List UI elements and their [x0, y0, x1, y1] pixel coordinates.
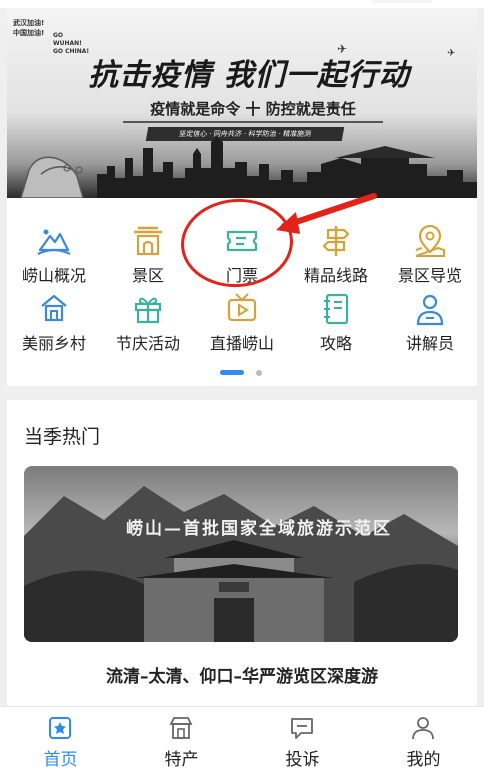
grid-item-label: 崂山概况 [21, 266, 86, 285]
hot-item-image[interactable]: 崂山—首批国家全域旅游示范区 [24, 466, 458, 642]
grid-item-label: 美丽乡村 [21, 334, 86, 353]
tab-specialty[interactable]: 特产 [121, 707, 242, 770]
grid-item-label: 景区导览 [397, 266, 462, 285]
shop-icon [169, 717, 193, 739]
grid-item-guides[interactable]: 讲解员 [383, 292, 477, 356]
gate-icon [134, 226, 162, 256]
pagination-dot-active[interactable] [220, 370, 244, 375]
highlight-arrow [276, 193, 377, 234]
tab-label: 特产 [164, 750, 199, 770]
section-title: 当季热门 [24, 426, 101, 448]
pagination-dot[interactable] [256, 370, 262, 376]
temple-illustration [24, 486, 458, 642]
grid-item-scenic[interactable]: 景区 [101, 224, 195, 288]
hot-item-caption: 崂山—首批国家全域旅游示范区 [126, 519, 392, 539]
tab-mine[interactable]: 我的 [363, 707, 484, 770]
mountain-icon [37, 229, 71, 255]
seasonal-hot-section: 当季热门 崂山—首批国家全域旅游示范区 流清–太清、仰口–华严游览区深度游 [7, 400, 477, 706]
tab-label: 首页 [43, 750, 78, 770]
promo-banner[interactable]: 武汉加油! 中国加油! GO WUHAN! GO CHINA! ✈ ✈ 抗击疫情… [7, 8, 477, 198]
map-pin-icon [415, 224, 445, 257]
grid-item-live[interactable]: 直播崂山 [195, 292, 289, 356]
guide-icon [416, 294, 444, 326]
grid-item-label: 直播崂山 [209, 334, 274, 353]
village-icon [41, 294, 67, 322]
top-tab-indicator [372, 0, 432, 3]
city-skyline-illustration [20, 136, 477, 198]
live-tv-icon [227, 293, 257, 322]
grid-item-label: 精品线路 [303, 266, 368, 285]
carousel-pagination [220, 368, 280, 376]
tab-label: 投诉 [285, 750, 320, 770]
banner-headline: 抗击疫情 我们一起行动 [88, 58, 410, 93]
grid-item-label: 节庆活动 [115, 334, 180, 353]
badge-text-en-1: GO WUHAN! [53, 32, 82, 47]
message-icon [291, 718, 313, 739]
user-icon [412, 717, 434, 740]
tab-label: 我的 [406, 750, 441, 770]
grid-item-guide-map[interactable]: 景区导览 [383, 224, 477, 288]
bottom-tab-bar: 首页 特产 投诉 我的 [0, 706, 484, 770]
gift-icon [134, 297, 162, 324]
grid-item-label: 景区 [131, 266, 164, 285]
tab-complaint[interactable]: 投诉 [242, 707, 363, 770]
grid-item-overview[interactable]: 崂山概况 [7, 224, 101, 288]
banner-subline-text: 疫情就是命令 十 防控就是责任 [150, 100, 356, 118]
home-icon [49, 717, 71, 739]
grid-item-festival[interactable]: 节庆活动 [101, 292, 195, 356]
grid-item-label: 讲解员 [405, 334, 454, 353]
hot-item-title[interactable]: 流清–太清、仰口–华严游览区深度游 [7, 662, 477, 687]
grid-item-village[interactable]: 美丽乡村 [7, 292, 101, 356]
top-strip [0, 0, 484, 8]
badge-text-cn-1: 武汉加油! [13, 19, 45, 27]
tab-home[interactable]: 首页 [0, 707, 121, 770]
bird-icon: ✈ [447, 48, 456, 59]
banner-subline: 疫情就是命令 十 防控就是责任 [123, 98, 383, 123]
grid-item-strategy[interactable]: 攻略 [289, 292, 383, 356]
notebook-icon [324, 293, 349, 325]
grid-item-label: 攻略 [319, 334, 352, 353]
